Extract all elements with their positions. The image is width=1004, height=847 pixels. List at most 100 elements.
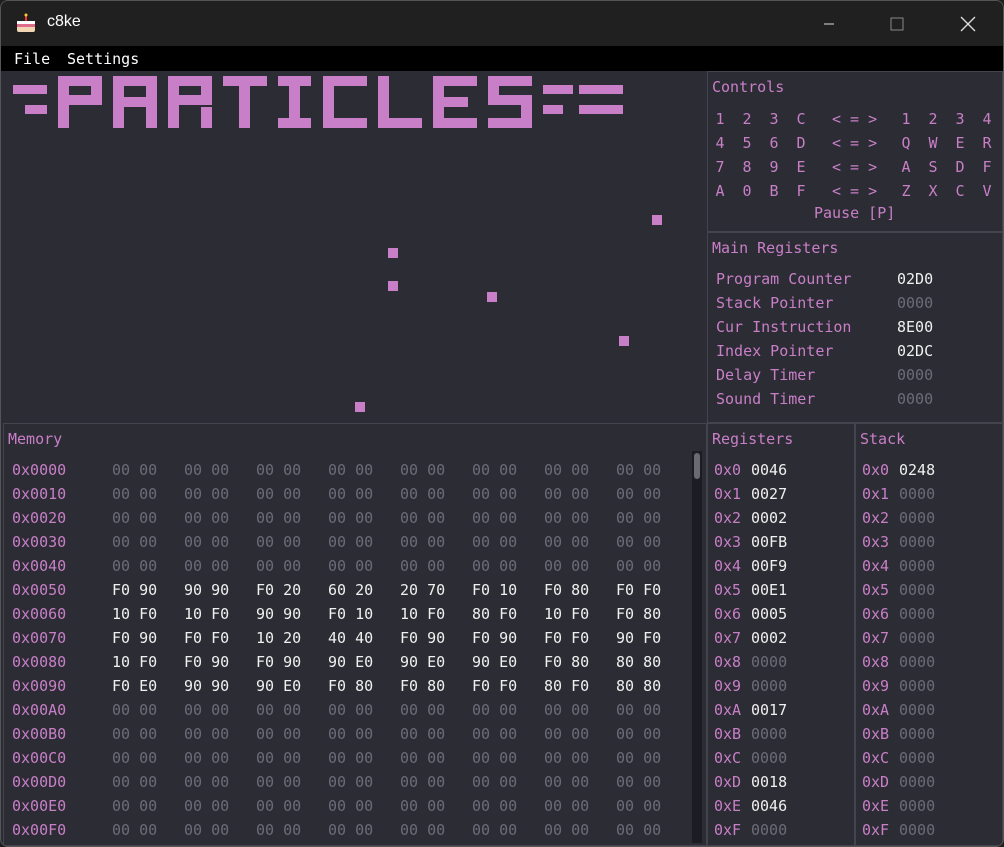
controls-title: Controls [712, 78, 785, 96]
memory-bytes: 10 F0 [112, 653, 158, 671]
memory-bytes: F0 F0 [544, 629, 590, 647]
memory-bytes: 00 00 [112, 701, 158, 719]
particles-banner [13, 76, 623, 128]
memory-bytes: 00 00 [328, 773, 374, 791]
memory-bytes: F0 F0 [184, 629, 230, 647]
maximize-button[interactable] [874, 1, 920, 46]
keyboard-key: C [955, 182, 965, 200]
chip8-key: 7 [715, 158, 725, 176]
memory-bytes: 00 00 [472, 533, 518, 551]
stack-value: 0000 [899, 557, 936, 575]
stack-index: 0x1 [862, 485, 890, 503]
stack-value: 0000 [899, 749, 936, 767]
memory-bytes: 00 00 [256, 701, 302, 719]
app-window: c8ke File Settings Controls 1 2 3 C < = … [0, 0, 1004, 847]
memory-bytes: 00 00 [400, 797, 446, 815]
minimize-button[interactable] [806, 1, 852, 46]
scrollbar-thumb[interactable] [694, 453, 700, 479]
chip8-key: 4 [715, 134, 725, 152]
registers-index: 0xE [714, 797, 742, 815]
memory-bytes: 00 00 [184, 725, 230, 743]
memory-bytes: 00 00 [184, 701, 230, 719]
memory-bytes: 00 00 [400, 749, 446, 767]
stack-index: 0xD [862, 773, 890, 791]
memory-address: 0x0020 [12, 509, 67, 527]
memory-bytes: 40 40 [328, 629, 374, 647]
pause-hint[interactable]: Pause [P] [814, 204, 895, 222]
key-arrows: < = > [832, 134, 878, 152]
memory-bytes: 00 00 [616, 557, 662, 575]
stack-value: 0000 [899, 701, 936, 719]
memory-row: 0x0050 F0 90 90 90 F0 20 60 20 20 70 F0 10 F0 8… [12, 581, 672, 605]
main-register-label: Stack Pointer [716, 294, 834, 312]
memory-bytes: 00 00 [256, 797, 302, 815]
memory-bytes: 00 00 [400, 725, 446, 743]
keyboard-key: W [928, 134, 938, 152]
memory-row: 0x0040 00 00 00 00 00 00 00 00 00 00 00 00 00 0… [12, 557, 672, 581]
registers-index: 0x0 [714, 461, 742, 479]
memory-bytes: F0 90 [112, 629, 158, 647]
memory-bytes: 00 00 [184, 821, 230, 839]
memory-bytes: 90 90 [184, 677, 230, 695]
memory-bytes: F0 80 [544, 653, 590, 671]
memory-bytes: 00 00 [184, 509, 230, 527]
registers-index: 0xD [714, 773, 742, 791]
memory-bytes: 00 00 [184, 533, 230, 551]
particle [388, 248, 398, 258]
memory-bytes: 00 00 [472, 701, 518, 719]
stack-value: 0000 [899, 485, 936, 503]
memory-bytes: 00 00 [328, 725, 374, 743]
memory-address: 0x00E0 [12, 797, 67, 815]
memory-bytes: 00 00 [184, 797, 230, 815]
memory-bytes: 00 00 [328, 557, 374, 575]
memory-bytes: 00 00 [616, 701, 662, 719]
keyboard-key: 2 [928, 110, 938, 128]
memory-bytes: 00 00 [112, 461, 158, 479]
memory-scrollbar[interactable] [692, 451, 702, 843]
registers-index: 0xC [714, 749, 742, 767]
memory-address: 0x0040 [12, 557, 67, 575]
memory-bytes: 00 00 [472, 821, 518, 839]
memory-bytes: 10 20 [256, 629, 302, 647]
memory-bytes: 00 00 [472, 557, 518, 575]
close-button[interactable] [945, 1, 991, 46]
memory-bytes: 90 E0 [400, 653, 446, 671]
memory-bytes: 00 00 [328, 509, 374, 527]
registers-value: 0000 [751, 725, 788, 743]
memory-bytes: 90 E0 [256, 677, 302, 695]
stack-index: 0x3 [862, 533, 890, 551]
memory-bytes: 90 E0 [472, 653, 518, 671]
stack-index: 0xF [862, 821, 890, 839]
chip8-key: B [769, 182, 779, 200]
memory-bytes: 00 00 [184, 773, 230, 791]
memory-bytes: 00 00 [400, 485, 446, 503]
memory-bytes: 00 00 [328, 821, 374, 839]
memory-bytes: 00 00 [472, 749, 518, 767]
memory-bytes: 00 00 [400, 701, 446, 719]
memory-title: Memory [8, 430, 63, 448]
stack-index: 0x8 [862, 653, 890, 671]
memory-row: 0x0030 00 00 00 00 00 00 00 00 00 00 00 00 00 0… [12, 533, 672, 557]
memory-bytes: 00 00 [544, 509, 590, 527]
memory-bytes: 00 00 [472, 797, 518, 815]
menu-settings[interactable]: Settings [67, 50, 139, 68]
controls-panel: Controls 1 2 3 C < = >1 2 3 4 4 5 6 D < = > Q W E R 7 8 9 E <… [707, 71, 1003, 232]
registers-value: 0046 [751, 797, 788, 815]
memory-bytes: 00 00 [544, 533, 590, 551]
title-bar[interactable]: c8ke [1, 1, 1003, 46]
memory-bytes: 60 20 [328, 581, 374, 599]
keyboard-key: F [982, 158, 992, 176]
memory-bytes: 10 F0 [112, 605, 158, 623]
memory-bytes: F0 90 [400, 629, 446, 647]
memory-bytes: F0 20 [256, 581, 302, 599]
memory-bytes: 00 00 [616, 509, 662, 527]
registers-index: 0x1 [714, 485, 742, 503]
registers-value: 0000 [751, 749, 788, 767]
menu-file[interactable]: File [14, 50, 50, 68]
memory-row: 0x00C0 00 00 00 00 00 00 00 00 00 00 00 00 00 0… [12, 749, 672, 773]
keyboard-key: 4 [982, 110, 992, 128]
registers-index: 0xA [714, 701, 742, 719]
memory-bytes: 00 00 [328, 749, 374, 767]
memory-row: 0x0070 F0 90 F0 F0 10 20 40 40 F0 90 F0 90 F0 F… [12, 629, 672, 653]
memory-address: 0x00B0 [12, 725, 67, 743]
